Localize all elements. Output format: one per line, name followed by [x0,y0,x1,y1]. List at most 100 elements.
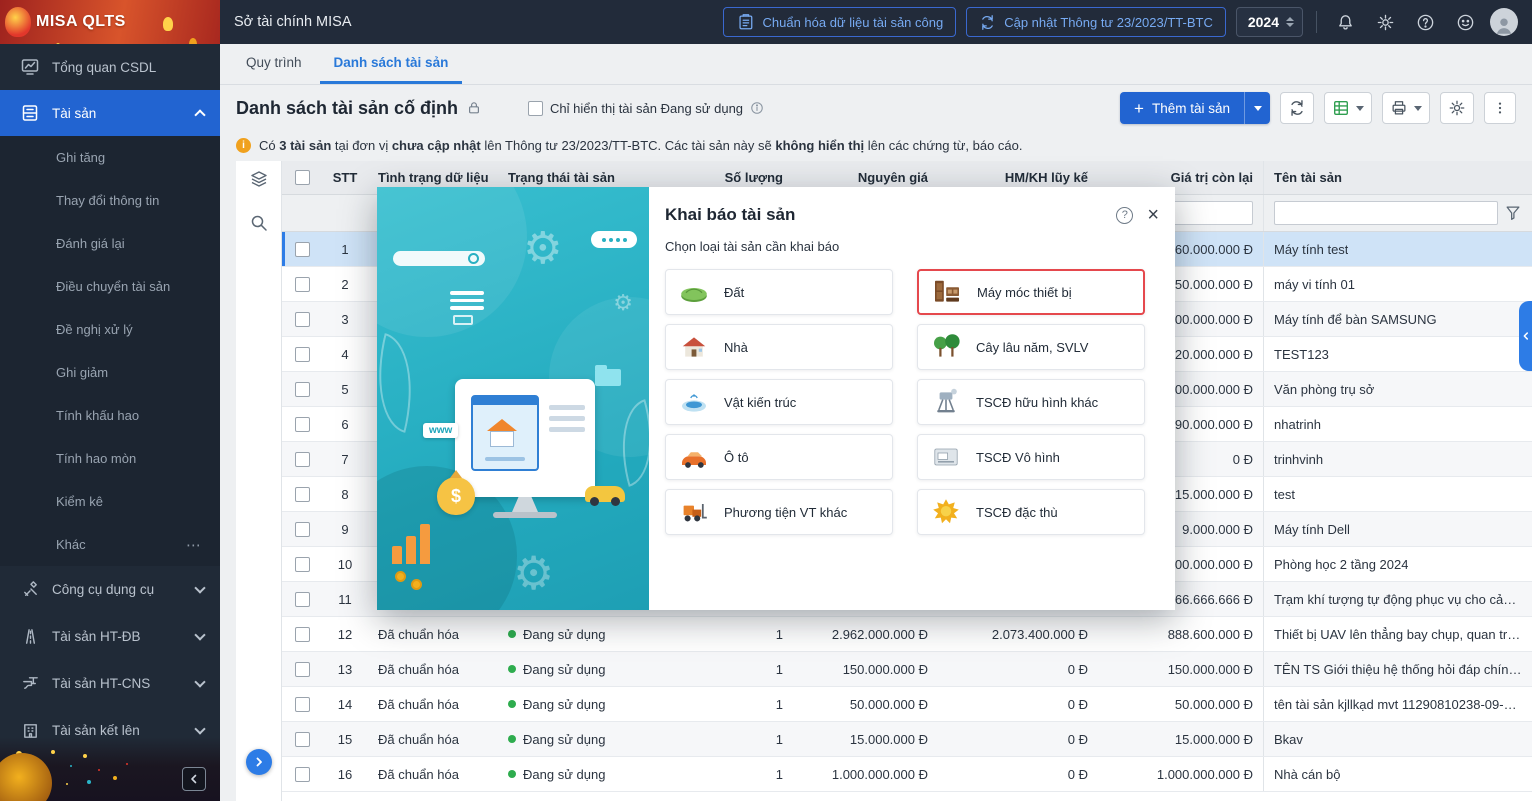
cell-stt: 5 [322,372,368,406]
cell-text: máy vi tính 01 [1274,277,1355,292]
filter-input-ten-tai-san[interactable] [1274,201,1498,225]
cell-gia-tri-con-lai: 1.000.000.000 Đ [1098,757,1263,791]
row-checkbox[interactable] [295,627,310,642]
show-active-only-checkbox[interactable] [528,101,543,116]
sidebar-group-water[interactable]: Tài sản HT-CNS [0,660,220,707]
row-checkbox[interactable] [295,312,310,327]
leaf-illustration [377,333,427,433]
table-row[interactable]: 13Đã chuẩn hóaĐang sử dụng1150.000.000 Đ… [282,652,1532,687]
asset-type-label: TSCĐ hữu hình khác [976,395,1098,410]
cell-ten-tai-san: Thiết bị UAV lên thẳng bay chụp, quan tr… [1263,617,1532,651]
chevron-down-icon [1414,106,1422,111]
sidebar-subitem[interactable]: Tính hao mòn [0,437,220,480]
asset-type-option-special[interactable]: TSCĐ đặc thù [917,489,1145,535]
header-select-all [282,161,322,194]
sidebar-group-road[interactable]: Tài sản HT-ĐB [0,613,220,660]
spin-up-icon[interactable] [1286,17,1294,21]
table-row[interactable]: 15Đã chuẩn hóaĐang sử dụng115.000.000 Đ0… [282,722,1532,757]
refresh-button[interactable] [1280,92,1314,124]
standardize-data-button[interactable]: Chuẩn hóa dữ liệu tài sản công [723,7,956,37]
sidebar-collapse-button[interactable] [182,767,206,791]
spin-down-icon[interactable] [1286,23,1294,27]
search-icon[interactable] [236,213,281,233]
year-selector[interactable]: 2024 [1236,7,1303,37]
subitem-label: Ghi tăng [56,150,202,165]
table-row[interactable]: 12Đã chuẩn hóaĐang sử dụng12.962.000.000… [282,617,1532,652]
row-checkbox[interactable] [295,662,310,677]
asset-type-option-car[interactable]: Ô tô [665,434,893,480]
asset-type-option-house[interactable]: Nhà [665,324,893,370]
update-circular-button[interactable]: Cập nhật Thông tư 23/2023/TT-BTC [966,7,1226,37]
show-active-only-filter[interactable]: Chỉ hiển thị tài sản Đang sử dụng [528,101,764,116]
cell-text: 9.000.000 Đ [1182,522,1253,537]
year-stepper[interactable] [1286,17,1294,27]
row-checkbox[interactable] [295,732,310,747]
clipboard-icon [736,13,754,31]
cell-text: Trạm khí tượng tự động phục vụ cho cảnh.… [1274,592,1522,607]
tab-danh-sach-tai-san[interactable]: Danh sách tài sản [320,44,463,84]
info-icon[interactable] [750,101,764,115]
asset-type-option-vehicle-other[interactable]: Phương tiện VT khác [665,489,893,535]
row-checkbox[interactable] [295,382,310,397]
asset-type-option-structure[interactable]: Vật kiến trúc [665,379,893,425]
filter-funnel-icon[interactable] [1504,204,1522,222]
asset-type-option-machine[interactable]: Máy móc thiết bị [917,269,1145,315]
expand-side-panel-button[interactable] [1519,301,1532,371]
header-stt: STT [322,161,368,194]
more-icon[interactable]: ⋯ [186,536,202,554]
row-checkbox[interactable] [295,557,310,572]
row-checkbox[interactable] [295,487,310,502]
export-grid-button[interactable] [1324,92,1372,124]
sidebar-subitem[interactable]: Kiểm kê [0,480,220,523]
print-button[interactable] [1382,92,1430,124]
sidebar-subitem[interactable]: Khác⋯ [0,523,220,566]
cell-text: 15.000.000 Đ [1175,487,1253,502]
feedback-smiley-icon[interactable] [1450,7,1480,37]
asset-type-option-land[interactable]: Đất [665,269,893,315]
table-settings-button[interactable] [1440,92,1474,124]
notification-bell-icon[interactable] [1330,7,1360,37]
sidebar-subitem[interactable]: Tính khấu hao [0,394,220,437]
add-asset-dropdown[interactable] [1244,92,1270,124]
header-ten-tai-san: Tên tài sản [1263,161,1532,194]
sidebar-subitem[interactable]: Điều chuyển tài sản [0,265,220,308]
next-page-button[interactable] [246,749,272,775]
select-all-checkbox[interactable] [295,170,310,185]
close-icon[interactable]: × [1147,205,1159,225]
row-checkbox[interactable] [295,522,310,537]
column-layers-icon[interactable] [236,169,281,189]
table-row[interactable]: 16Đã chuẩn hóaĐang sử dụng11.000.000.000… [282,757,1532,792]
row-checkbox[interactable] [295,697,310,712]
more-options-button[interactable] [1484,92,1516,124]
row-checkbox[interactable] [295,417,310,432]
sidebar-subitem[interactable]: Ghi tăng [0,136,220,179]
add-asset-button[interactable]: + Thêm tài sản [1120,92,1244,124]
row-checkbox[interactable] [295,277,310,292]
sidebar-subitem[interactable]: Thay đổi thông tin [0,179,220,222]
sidebar-group-tools[interactable]: Công cụ dụng cụ [0,566,220,613]
row-checkbox[interactable] [295,592,310,607]
user-avatar[interactable] [1490,8,1518,36]
sidebar-item-tong-quan-csdl[interactable]: Tổng quan CSDL [0,44,220,90]
asset-type-option-intangible[interactable]: TSCĐ Vô hình [917,434,1145,480]
settings-gear-icon[interactable] [1370,7,1400,37]
add-asset-split-button[interactable]: + Thêm tài sản [1120,92,1270,124]
row-checkbox[interactable] [295,347,310,362]
sidebar-subitem[interactable]: Đề nghị xử lý [0,308,220,351]
asset-type-option-tangible-other[interactable]: TSCĐ hữu hình khác [917,379,1145,425]
tools-icon [20,580,40,600]
sidebar-subitem[interactable]: Đánh giá lại [0,222,220,265]
sidebar-item-tai-san[interactable]: Tài sản [0,90,220,136]
asset-type-option-tree[interactable]: Cây lâu năm, SVLV [917,324,1145,370]
group-label: Tài sản HT-CNS [52,676,184,691]
tab-quy-trinh[interactable]: Quy trình [232,44,316,84]
cell-text: 00.000.000 Đ [1175,312,1253,327]
sidebar-subitem[interactable]: Ghi giảm [0,351,220,394]
table-row[interactable]: 14Đã chuẩn hóaĐang sử dụng150.000.000 Đ0… [282,687,1532,722]
modal-help-icon[interactable]: ? [1116,207,1133,224]
row-checkbox[interactable] [295,242,310,257]
app-logo[interactable]: MISA QLTS [0,0,220,44]
row-checkbox[interactable] [295,452,310,467]
row-checkbox[interactable] [295,767,310,782]
help-icon[interactable] [1410,7,1440,37]
